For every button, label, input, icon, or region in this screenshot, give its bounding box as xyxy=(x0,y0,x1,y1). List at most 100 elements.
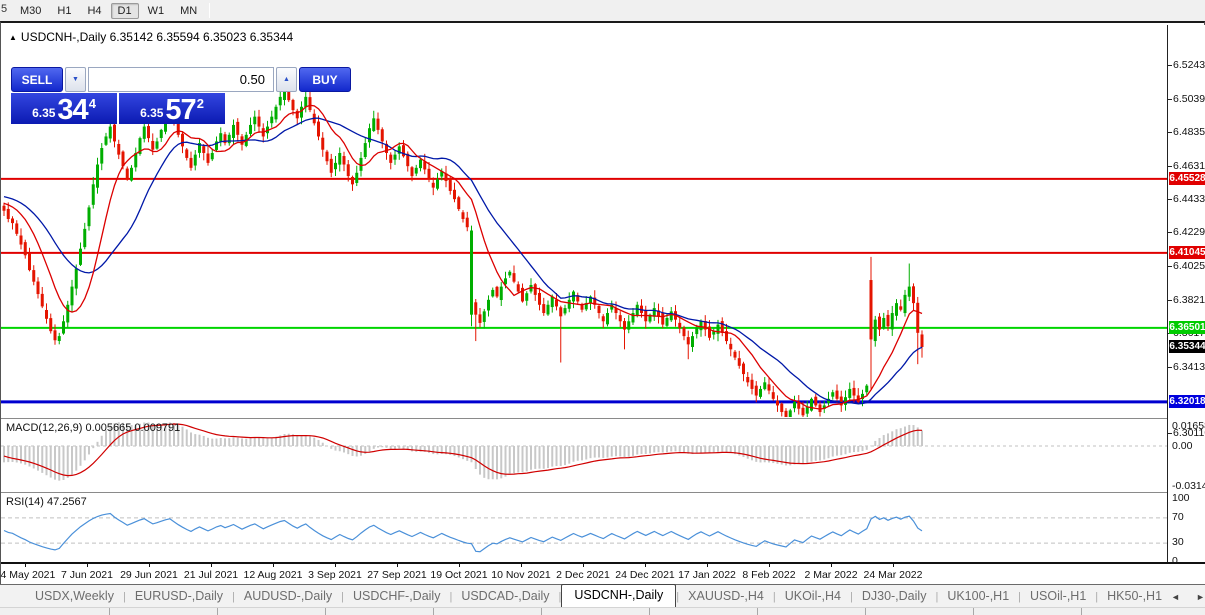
chart-tab-usdchf-daily[interactable]: USDCHF-,Daily xyxy=(344,586,450,607)
candle-body xyxy=(36,281,40,295)
date-axis-label: 14 May 2021 xyxy=(0,569,56,581)
chart-tab-usdx-weekly[interactable]: USDX,Weekly xyxy=(26,586,123,607)
volume-decrease-button[interactable]: ▼ xyxy=(65,67,86,92)
ma-fast-line xyxy=(3,104,923,410)
tab-scroll-right-icon[interactable]: ► xyxy=(1196,592,1205,602)
candle-body xyxy=(737,358,741,366)
macd-histogram-bar xyxy=(37,446,39,471)
candle-body xyxy=(848,388,852,398)
macd-histogram-bar xyxy=(797,446,800,465)
macd-histogram-bar xyxy=(45,446,48,476)
macd-histogram-bar xyxy=(181,426,184,446)
candle-body xyxy=(678,322,682,328)
date-axis-tick xyxy=(459,564,460,567)
candle-body xyxy=(550,296,554,308)
macd-histogram-bar xyxy=(381,446,384,448)
macd-histogram-bar xyxy=(317,439,320,446)
timeframe-button-mn[interactable]: MN xyxy=(173,3,204,19)
macd-histogram-bar xyxy=(504,446,507,477)
timeframe-button-d1[interactable]: D1 xyxy=(110,2,139,19)
macd-histogram-bar xyxy=(215,438,218,446)
macd-histogram-bar xyxy=(564,446,566,466)
chart-tab-bar: USDX,Weekly | EURUSD-,Daily | AUDUSD-,Daily |… xyxy=(0,584,1205,608)
candle-body xyxy=(890,313,894,330)
macd-histogram-bar xyxy=(32,446,35,469)
date-axis-label: 29 Jun 2021 xyxy=(120,569,178,581)
volume-input[interactable] xyxy=(88,67,274,92)
macd-histogram-bar xyxy=(555,446,558,466)
chart-tab-audusd-daily[interactable]: AUDUSD-,Daily xyxy=(235,586,341,607)
timeframe-button-h1[interactable]: H1 xyxy=(50,3,78,19)
tab-scroll-left-icon[interactable]: ◄ xyxy=(1171,592,1180,602)
chart-tab-hk50-h1[interactable]: HK50-,H1 xyxy=(1098,586,1171,607)
chart-tab-eurusd-daily[interactable]: EURUSD-,Daily xyxy=(126,586,232,607)
chart-tab-usdcnh-daily[interactable]: USDCNH-,Daily xyxy=(561,584,677,608)
buy-price-pip: 2 xyxy=(196,96,204,111)
date-axis-tick xyxy=(769,564,770,567)
status-strip-separator xyxy=(217,608,218,615)
rsi-pane[interactable]: RSI(14) 47.2567 xyxy=(1,492,1205,562)
timeframe-button-w1[interactable]: W1 xyxy=(141,3,172,19)
one-click-trading-panel: SELL ▼ ▲ BUY 6.35 34 4 6.35 57 2 xyxy=(11,67,351,126)
collapse-arrow-icon[interactable]: ▲ xyxy=(9,33,17,42)
candle-body xyxy=(96,164,99,188)
price-badge-6.32018: 6.32018 xyxy=(1169,395,1205,409)
macd-histogram-bar xyxy=(593,446,596,458)
macd-histogram-bar xyxy=(827,446,830,459)
status-strip-separator xyxy=(109,608,110,615)
candle-body xyxy=(6,208,10,219)
chart-tab-ukoil-h4[interactable]: UKOil-,H4 xyxy=(776,586,850,607)
macd-histogram-bar xyxy=(190,432,192,446)
date-axis-label: 21 Jul 2021 xyxy=(183,569,239,581)
date-axis-label: 19 Oct 2021 xyxy=(430,569,488,581)
macd-histogram-bar xyxy=(653,446,656,453)
chart-tab-dj30-daily[interactable]: DJ30-,Daily xyxy=(853,586,936,607)
price-axis-tick-mark xyxy=(1168,166,1172,167)
macd-histogram-bar xyxy=(338,446,341,452)
macd-histogram-bar xyxy=(398,446,401,449)
volume-increase-button[interactable]: ▲ xyxy=(276,67,297,92)
price-axis-tick-label: 6.34130 xyxy=(1173,360,1205,373)
candle-body xyxy=(346,164,350,177)
timeframe-toolbar: 5 M30 H1 H4 D1 W1 MN xyxy=(0,0,1205,21)
macd-histogram-bar xyxy=(619,446,622,457)
candle-body xyxy=(482,311,486,322)
buy-button[interactable]: BUY xyxy=(299,67,351,92)
candle-body xyxy=(113,124,116,142)
candle-body xyxy=(852,387,856,396)
chart-tab-usdcad-daily[interactable]: USDCAD-,Daily xyxy=(452,586,558,607)
buy-price-box[interactable]: 6.35 57 2 xyxy=(119,93,225,125)
candle-body xyxy=(91,184,95,205)
price-badge-6.45528: 6.45528 xyxy=(1169,172,1205,186)
macd-histogram-bar xyxy=(54,446,56,480)
candle-body xyxy=(886,314,890,327)
macd-histogram-bar xyxy=(487,446,490,480)
date-axis-label: 27 Sep 2021 xyxy=(367,569,427,581)
candle-body xyxy=(754,385,758,396)
chart-tab-xauusd-h4[interactable]: XAUUSD-,H4 xyxy=(679,586,773,607)
candle-body xyxy=(597,305,601,314)
candle-body xyxy=(508,271,512,276)
macd-histogram-bar xyxy=(674,446,677,452)
candle-body xyxy=(750,379,754,389)
chart-tab-usoil-h1[interactable]: USOil-,H1 xyxy=(1021,586,1095,607)
timeframe-button-m30[interactable]: M30 xyxy=(13,3,48,19)
timeframe-button-partial[interactable]: 5 xyxy=(1,3,11,15)
chart-tab-uk100-h1[interactable]: UK100-,H1 xyxy=(938,586,1018,607)
macd-histogram-bar xyxy=(717,446,719,452)
date-axis-label: 24 Dec 2021 xyxy=(615,569,675,581)
candle-body xyxy=(759,388,762,397)
sell-price-box[interactable]: 6.35 34 4 xyxy=(11,93,117,126)
candle-body xyxy=(606,313,609,325)
timeframe-button-h4[interactable]: H4 xyxy=(80,3,108,19)
macd-histogram-bar xyxy=(695,446,698,454)
sell-button[interactable]: SELL xyxy=(11,67,63,92)
indicator-axis-label: 70 xyxy=(1172,510,1184,523)
chart-window[interactable]: ▲ USDCNH-,Daily 6.35142 6.35594 6.35023 6… xyxy=(0,21,1205,586)
macd-pane[interactable]: MACD(12,26,9) 0.005665 0.009791 xyxy=(1,418,1205,492)
sell-price-big: 34 xyxy=(57,94,88,126)
candle-body xyxy=(304,96,308,108)
macd-histogram-bar xyxy=(670,446,673,452)
macd-histogram-bar xyxy=(334,446,337,451)
candle-body xyxy=(300,106,303,118)
